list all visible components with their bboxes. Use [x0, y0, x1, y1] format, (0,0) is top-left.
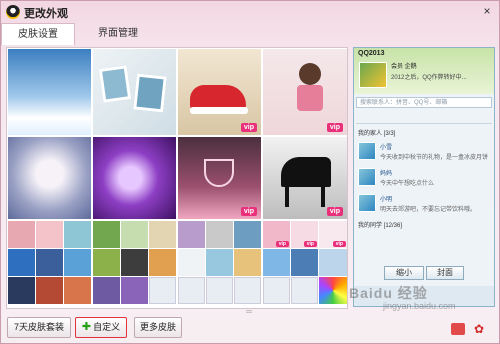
skin-tile-small[interactable] — [121, 221, 148, 248]
calendar-icon[interactable] — [451, 323, 465, 335]
skin-tile-small[interactable] — [206, 277, 233, 304]
skin-tile-small[interactable] — [149, 277, 176, 304]
vip-badge: vip — [332, 241, 346, 247]
qq-penguin-icon — [6, 5, 20, 19]
skin-tile-sky[interactable] — [8, 49, 91, 135]
skin-tile-small[interactable] — [36, 221, 63, 248]
skin-tile-small[interactable] — [64, 277, 91, 304]
skin-tile-small[interactable] — [263, 277, 290, 304]
skin-tile-small[interactable] — [149, 221, 176, 248]
skin-tile-small[interactable] — [149, 249, 176, 276]
more-skins-button[interactable]: 更多皮肤 — [134, 317, 182, 338]
window-title: 更改外观 — [24, 8, 68, 20]
skin-tile-small[interactable] — [36, 249, 63, 276]
contact-name: 妈妈 — [380, 171, 393, 177]
skin-tile-small[interactable] — [93, 277, 120, 304]
vip-badge: vip — [275, 241, 289, 247]
skin-tile-pink-glass[interactable]: vip — [178, 137, 261, 219]
skin-tile-sneaker[interactable]: vip — [178, 49, 261, 135]
skin-grid: vip vip vip vip vip vip vip — [6, 47, 348, 309]
preview-shrink-button[interactable]: 缩小 — [384, 266, 424, 280]
contact-message: 今天中午想吃点什么 — [380, 181, 435, 187]
skin-tile-small[interactable] — [93, 221, 120, 248]
skin-tile-white-blossom[interactable] — [8, 137, 91, 219]
tab-interface-manage[interactable]: 界面管理 — [75, 23, 161, 45]
contact-name: 小明 — [380, 197, 393, 203]
skin-tile-small[interactable] — [206, 249, 233, 276]
preview-user-name: 会员 企鹅 — [391, 64, 417, 70]
preview-header: QQ2013 会员 企鹅 2012之后，QQ作弊转好中... — [354, 48, 494, 94]
custom-skin-button[interactable]: ✚ 自定义 — [75, 317, 127, 338]
skin-tile-purple-flower[interactable] — [93, 137, 176, 219]
skin-tile-small[interactable]: vip — [263, 221, 290, 248]
skin-tile-small[interactable] — [178, 221, 205, 248]
skin-tile-small[interactable] — [8, 249, 35, 276]
tab-bar: 皮肤设置 界面管理 — [1, 23, 499, 45]
skin-preview-panel: QQ2013 会员 企鹅 2012之后，QQ作弊转好中... 搜索联系人：拼音、… — [353, 47, 495, 307]
plus-icon: ✚ — [81, 321, 92, 333]
skin-tile-small[interactable] — [319, 277, 347, 304]
skin-tile-small[interactable] — [291, 249, 318, 276]
preview-contact: 小雪 今天收到中秋节的礼物，是一盒冰皮月饼 — [358, 140, 492, 162]
skin-tile-small[interactable] — [263, 249, 290, 276]
skin-tile-small[interactable] — [319, 249, 347, 276]
vip-badge: vip — [303, 241, 317, 247]
avatar — [359, 62, 387, 88]
skin-tile-small[interactable] — [234, 277, 261, 304]
preview-contact: 妈妈 今天中午想吃点什么 — [358, 166, 492, 188]
vip-badge: vip — [326, 207, 343, 216]
avatar — [358, 194, 376, 212]
appearance-window: 更改外观 × 皮肤设置 界面管理 vip vip vip vip vip vip… — [0, 0, 500, 344]
close-icon[interactable]: × — [479, 4, 495, 18]
skin-tile-cartoon-girl[interactable]: vip — [263, 49, 347, 135]
skin-tile-small[interactable] — [178, 249, 205, 276]
skin-tile-small[interactable] — [206, 221, 233, 248]
contact-name: 小雪 — [380, 145, 393, 151]
preview-group-classmates: 我的同学 [12/36] — [358, 223, 403, 229]
watermark-url: jingyan.baidu.com — [383, 301, 456, 311]
preview-cover-button[interactable]: 封面 — [426, 266, 464, 280]
skin-tile-small[interactable] — [64, 221, 91, 248]
skin-tile-small[interactable]: vip — [291, 221, 318, 248]
contact-message: 明天去郊游吧，不要忘记带饮料哦。 — [380, 207, 477, 213]
preview-group-family: 我的家人 [3/3] — [358, 131, 396, 137]
title-bar: 更改外观 × — [1, 1, 499, 23]
skin-tile-small[interactable] — [178, 277, 205, 304]
skin-tile-small[interactable] — [8, 221, 35, 248]
butterfly-icon[interactable]: ✿ — [474, 323, 488, 335]
skin-tile-small[interactable] — [8, 277, 35, 304]
skin-tile-small[interactable] — [121, 277, 148, 304]
preview-search: 搜索联系人：拼音、QQ号、邮箱 — [356, 97, 492, 108]
vip-badge: vip — [240, 207, 257, 216]
skin-tile-small[interactable] — [93, 249, 120, 276]
contact-message: 今天收到中秋节的礼物，是一盒冰皮月饼 — [380, 155, 489, 161]
skin-tile-small[interactable]: vip — [319, 221, 347, 248]
vip-badge: vip — [240, 123, 257, 132]
vip-badge: vip — [326, 123, 343, 132]
avatar — [358, 168, 376, 186]
preview-contact: 小明 明天去郊游吧，不要忘记带饮料哦。 — [358, 192, 492, 214]
skin-tile-small[interactable] — [36, 277, 63, 304]
skin-tile-small[interactable] — [64, 249, 91, 276]
avatar — [358, 142, 376, 160]
preview-toolbar — [356, 112, 492, 124]
tab-skin-settings[interactable]: 皮肤设置 — [1, 23, 75, 45]
seven-day-skin-button[interactable]: 7天皮肤套装 — [7, 317, 71, 338]
skin-tile-piano[interactable]: vip — [263, 137, 347, 219]
preview-title: QQ2013 — [358, 50, 385, 57]
skin-tile-small[interactable] — [234, 221, 261, 248]
custom-skin-label: 自定义 — [93, 322, 121, 332]
skin-tile-small[interactable] — [121, 249, 148, 276]
skin-tile-photos[interactable] — [93, 49, 176, 135]
preview-signature: 2012之后，QQ作弊转好中... — [391, 75, 467, 81]
resize-handle[interactable]: ═ — [239, 308, 259, 316]
skin-tile-small[interactable] — [234, 249, 261, 276]
watermark: Baidu 经验 — [349, 285, 428, 301]
skin-tile-small[interactable] — [291, 277, 318, 304]
